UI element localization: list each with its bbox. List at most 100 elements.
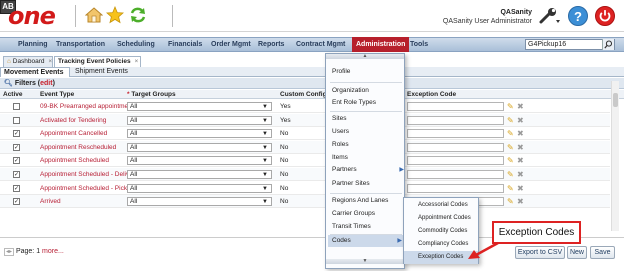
table-row[interactable]: ✓ Appointment Scheduled - Delivery All ▼ No ✎… <box>0 168 610 181</box>
lookup-icon[interactable]: ✎ <box>507 143 516 152</box>
event-type-link[interactable]: Appointment Scheduled - Delivery <box>40 170 138 179</box>
new-button[interactable]: New <box>567 246 587 259</box>
app-logo[interactable]: one <box>8 2 56 30</box>
exception-code-input[interactable] <box>407 183 504 193</box>
menu-item-sites[interactable]: Sites <box>332 113 402 125</box>
clear-icon[interactable]: ✖ <box>517 143 526 152</box>
active-checkbox[interactable] <box>13 103 20 110</box>
menu-item-roles[interactable]: Roles <box>332 139 402 151</box>
menu-item-commodity-codes[interactable]: Commodity Codes <box>404 225 478 238</box>
menu-scroll-up[interactable]: ▲ <box>326 54 404 59</box>
event-type-link[interactable]: Arrived <box>40 197 61 206</box>
home-icon[interactable] <box>85 6 103 24</box>
target-groups-select[interactable]: All ▼ <box>127 197 272 207</box>
lookup-icon[interactable]: ✎ <box>507 129 516 138</box>
save-button[interactable]: Save <box>590 246 615 259</box>
clear-icon[interactable]: ✖ <box>517 170 526 179</box>
active-checkbox[interactable]: ✓ <box>13 143 20 151</box>
power-icon[interactable] <box>595 6 615 26</box>
exception-code-input[interactable] <box>407 102 504 111</box>
menu-item-profile[interactable]: Profile <box>332 66 402 78</box>
wrench-icon[interactable] <box>537 6 561 26</box>
menu-item-transit-times[interactable]: Transit Times <box>332 221 402 233</box>
active-checkbox[interactable]: ✓ <box>13 157 20 165</box>
menu-item-items[interactable]: Items <box>332 152 402 164</box>
nav-tools[interactable]: Tools <box>408 38 430 51</box>
exception-code-input[interactable] <box>407 170 504 179</box>
nav-reports[interactable]: Reports <box>256 38 286 51</box>
menu-item-users[interactable]: Users <box>332 126 402 138</box>
menu-item-accessorial-codes[interactable]: Accessorial Codes <box>404 199 478 212</box>
table-row[interactable]: Activated for Tendering All ▼ Yes ✎ ✖ <box>0 113 610 127</box>
target-groups-select[interactable]: All ▼ <box>127 115 272 125</box>
filters-edit-link[interactable]: edit <box>40 80 52 87</box>
scrollbar-thumb[interactable] <box>613 93 618 107</box>
active-checkbox[interactable]: ✓ <box>13 130 20 138</box>
search-icon[interactable] <box>602 39 614 50</box>
table-row[interactable]: 09-BK Prearranged appointment All ▼ Yes ✎ ✖ <box>0 100 610 113</box>
vertical-scrollbar[interactable] <box>611 81 619 231</box>
exception-code-input[interactable] <box>407 142 504 152</box>
clear-icon[interactable]: ✖ <box>517 197 526 206</box>
clear-icon[interactable]: ✖ <box>517 156 526 165</box>
menu-item-carrier-groups[interactable]: Carrier Groups <box>332 208 402 220</box>
lookup-icon[interactable]: ✎ <box>507 156 516 165</box>
pager-prev-button[interactable]: ◂▸ <box>4 248 14 256</box>
col-active[interactable]: Active <box>3 90 23 99</box>
table-row[interactable]: ✓ Appointment Rescheduled All ▼ No ✎ ✖ <box>0 140 610 154</box>
event-type-link[interactable]: Appointment Scheduled - Pickup <box>40 184 134 193</box>
event-type-link[interactable]: Appointment Scheduled <box>40 156 109 165</box>
target-groups-select[interactable]: All ▼ <box>127 170 272 179</box>
active-checkbox[interactable] <box>13 116 20 124</box>
menu-item-partner-sites[interactable]: Partner Sites <box>332 178 402 190</box>
nav-contract-mgmt[interactable]: Contract Mgmt <box>294 38 347 51</box>
menu-item-regions-and-lanes[interactable]: Regions And Lanes <box>332 195 402 207</box>
target-groups-select[interactable]: All ▼ <box>127 156 272 166</box>
help-icon[interactable]: ? <box>568 6 588 26</box>
event-type-link[interactable]: Appointment Cancelled <box>40 129 107 138</box>
search-input[interactable]: G4Pickup16 <box>525 39 615 50</box>
target-groups-select[interactable]: All ▼ <box>127 129 272 139</box>
lookup-icon[interactable]: ✎ <box>507 184 516 193</box>
table-row[interactable]: ✓ Appointment Scheduled All ▼ No ✎ ✖ <box>0 154 610 168</box>
close-icon[interactable]: × <box>134 58 138 65</box>
col-target-groups[interactable]: * Target Groups <box>127 90 176 99</box>
exception-code-input[interactable] <box>407 115 504 125</box>
exception-code-input[interactable] <box>407 129 504 139</box>
clear-icon[interactable]: ✖ <box>517 102 526 111</box>
clear-icon[interactable]: ✖ <box>517 184 526 193</box>
tab-movement-events[interactable]: Movement Events <box>0 67 70 77</box>
table-row[interactable]: ✓ Arrived All ▼ No ✎ ✖ <box>0 195 610 209</box>
col-custom-config[interactable]: Custom Config <box>280 90 327 99</box>
tab-tracking-event-policies[interactable]: Tracking Event Policies × <box>54 56 141 67</box>
active-checkbox[interactable]: ✓ <box>13 184 20 192</box>
nav-scheduling[interactable]: Scheduling <box>115 38 157 51</box>
active-checkbox[interactable]: ✓ <box>13 198 20 206</box>
close-icon[interactable]: × <box>48 58 52 65</box>
lookup-icon[interactable]: ✎ <box>507 116 516 125</box>
nav-planning[interactable]: Planning <box>16 38 50 51</box>
menu-scroll-down[interactable]: ▼ <box>326 259 404 264</box>
lookup-icon[interactable]: ✎ <box>507 197 516 206</box>
pager-more-link[interactable]: more... <box>42 248 64 255</box>
exception-code-input[interactable] <box>407 156 504 166</box>
nav-transportation[interactable]: Transportation <box>54 38 107 51</box>
menu-item-ent-role-types[interactable]: Ent Role Types <box>332 97 402 109</box>
clear-icon[interactable]: ✖ <box>517 116 526 125</box>
table-row[interactable]: ✓ Appointment Cancelled All ▼ No ✎ ✖ <box>0 127 610 141</box>
tab-dashboard[interactable]: ⌂ Dashboard × <box>3 56 53 67</box>
menu-item-codes[interactable]: Codes ▶ <box>328 235 404 247</box>
menu-item-appointment-codes[interactable]: Appointment Codes <box>404 212 478 225</box>
nav-financials[interactable]: Financials <box>166 38 204 51</box>
event-type-link[interactable]: Activated for Tendering <box>40 116 106 125</box>
event-type-link[interactable]: 09-BK Prearranged appointment <box>40 102 134 111</box>
event-type-link[interactable]: Appointment Rescheduled <box>40 143 116 152</box>
lookup-icon[interactable]: ✎ <box>507 170 516 179</box>
menu-item-organization[interactable]: Organization <box>332 85 402 97</box>
nav-administration[interactable]: Administration <box>352 37 410 52</box>
lookup-icon[interactable]: ✎ <box>507 102 516 111</box>
target-groups-select[interactable]: All ▼ <box>127 102 272 111</box>
target-groups-select[interactable]: All ▼ <box>127 142 272 152</box>
col-event-type[interactable]: Event Type <box>40 90 74 99</box>
refresh-icon[interactable] <box>129 6 147 24</box>
